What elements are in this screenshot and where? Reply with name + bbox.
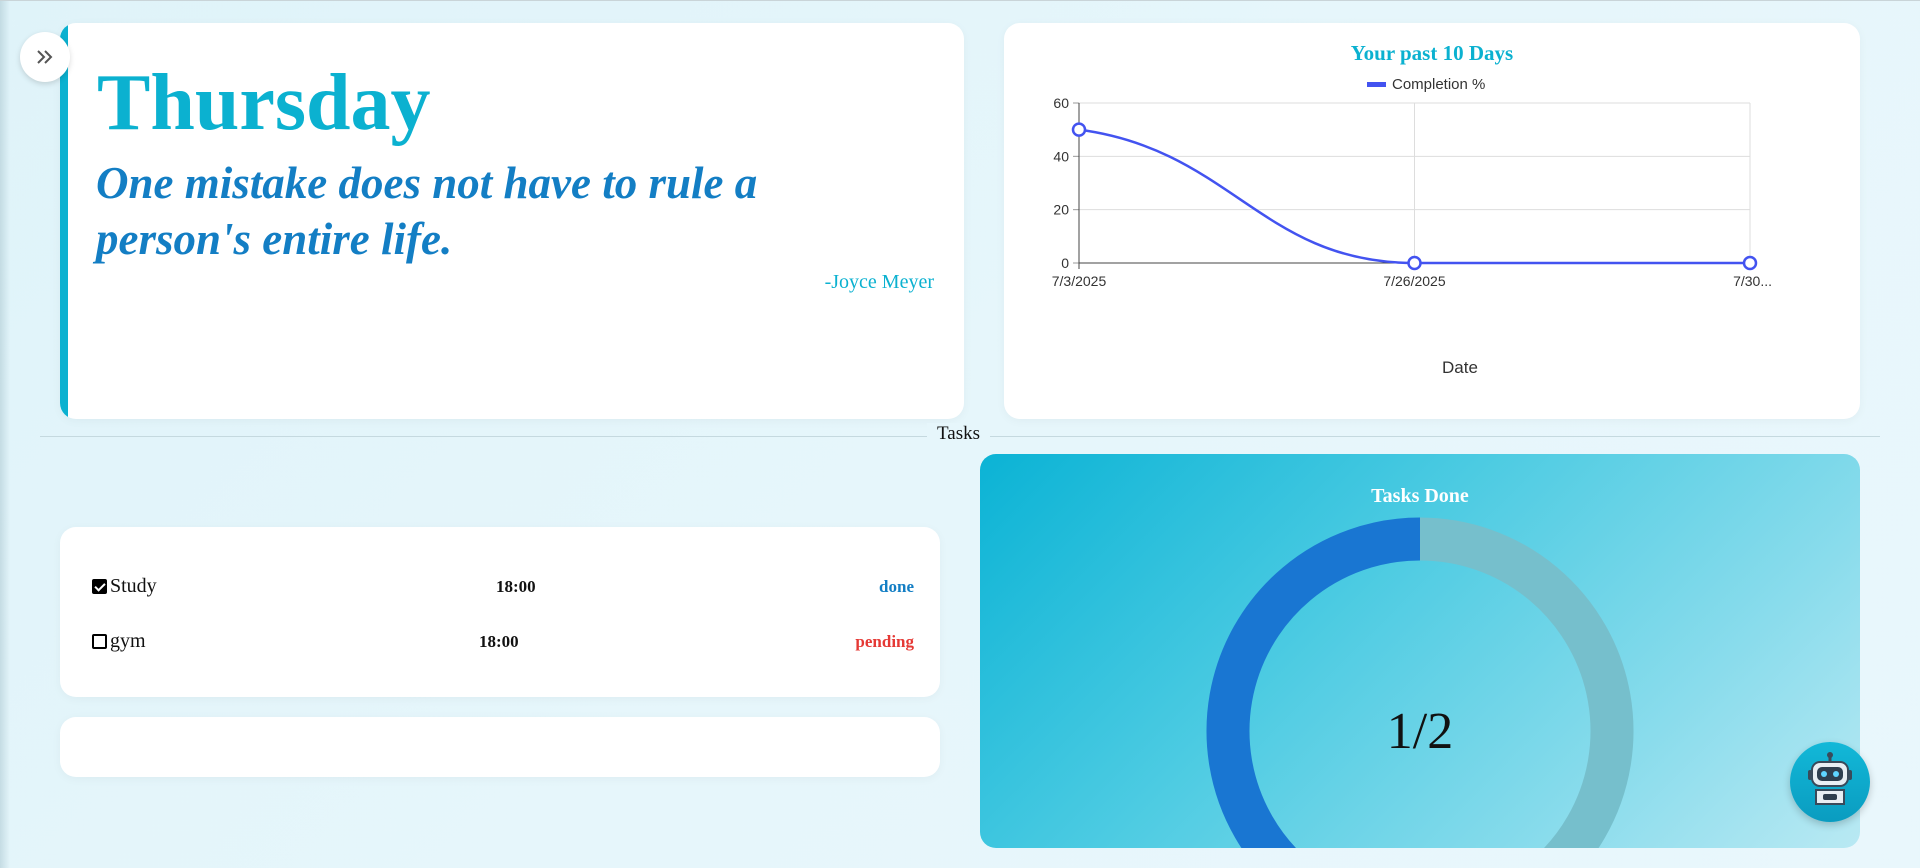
robot-icon (1808, 752, 1852, 805)
x-tick-label: 7/26/2025 (1383, 273, 1445, 289)
x-axis-label: Date (1442, 358, 1478, 377)
data-point[interactable] (1407, 255, 1422, 271)
gauge-remaining-arc (1419, 517, 1634, 848)
task-name: gym (110, 630, 146, 652)
task-checkbox[interactable] (92, 634, 107, 649)
task-time: 18:00 (479, 632, 519, 651)
tasks-divider-label: Tasks (927, 423, 991, 445)
left-edge-shadow (0, 1, 10, 868)
day-title: Thursday (97, 59, 431, 147)
quote-card: Thursday One mistake does not have to ru… (60, 23, 964, 419)
task-list-card: Study 18:00 done gym 18:00 pending (60, 527, 940, 697)
legend-label: Completion % (1392, 76, 1485, 93)
y-tick-label: 20 (1053, 202, 1069, 218)
gauge-done-arc (1206, 517, 1421, 848)
daily-quote: One mistake does not have to rule a pers… (96, 158, 758, 264)
chart-title: Your past 10 Days (1351, 41, 1513, 65)
task-name: Study (110, 575, 157, 597)
y-tick-label: 0 (1061, 255, 1069, 271)
data-point[interactable] (1071, 122, 1087, 137)
chart-legend[interactable]: Completion % (1367, 76, 1485, 93)
empty-card (60, 717, 940, 777)
quote-author: -Joyce Meyer (824, 271, 934, 293)
tasks-done-card: Tasks Done 1/2 (980, 454, 1860, 848)
data-point[interactable] (1742, 255, 1758, 271)
double-chevron-right-icon (37, 50, 53, 64)
tasks-done-gauge (1206, 517, 1634, 848)
x-tick-label: 7/3/2025 (1052, 273, 1107, 289)
gauge-value: 1/2 (1386, 703, 1454, 760)
task-status: done (879, 577, 914, 596)
assistant-button[interactable] (1790, 742, 1870, 822)
x-tick-label: 7/30... (1733, 273, 1772, 289)
y-tick-label: 40 (1053, 148, 1069, 164)
y-tick-label: 60 (1053, 95, 1069, 111)
task-checkbox[interactable] (92, 579, 107, 594)
task-time: 18:00 (496, 577, 536, 596)
task-row: gym 18:00 pending (92, 628, 914, 658)
completion-chart-card: Your past 10 Days Completion % 0 20 40 60 7/… (1004, 23, 1860, 419)
task-row: Study 18:00 done (92, 573, 914, 603)
sidebar-toggle-button[interactable] (20, 32, 70, 82)
legend-swatch (1367, 82, 1386, 87)
quote-card-accent (60, 23, 68, 419)
task-status: pending (855, 632, 914, 651)
completion-line-chart: Your past 10 Days Completion % 0 20 40 60 7/… (1052, 41, 1772, 377)
